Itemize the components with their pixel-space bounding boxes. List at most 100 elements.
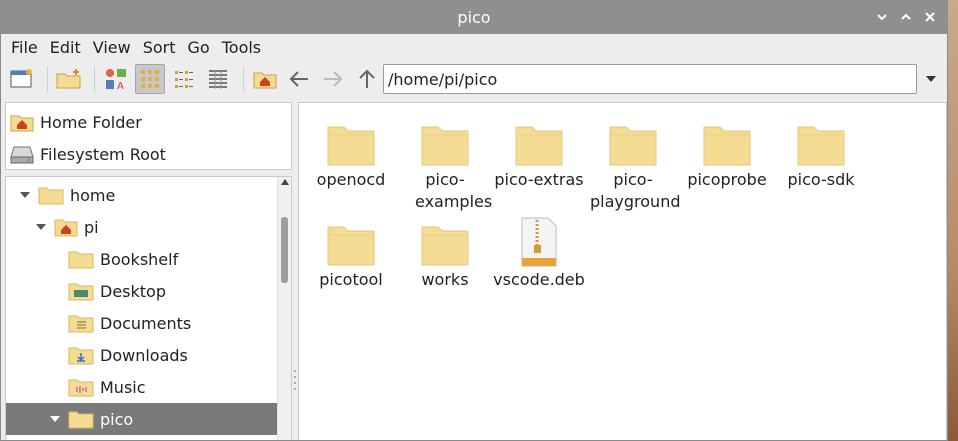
- folder-icon: [796, 111, 846, 167]
- tree-item-pi[interactable]: pi: [6, 211, 278, 243]
- menu-edit[interactable]: Edit: [44, 38, 87, 57]
- tree-label: Desktop: [100, 281, 166, 301]
- folder-icon: [38, 185, 64, 205]
- home-folder-icon: [253, 72, 277, 89]
- tree-label: pico: [100, 409, 134, 429]
- scrollbar-thumb[interactable]: [281, 217, 288, 283]
- grid-view-icon: [141, 70, 159, 88]
- new-folder-icon: [56, 69, 81, 89]
- folder-icon: [326, 111, 376, 167]
- close-icon: [925, 12, 935, 22]
- arrow-right-icon: [324, 71, 343, 87]
- tree-item-documents[interactable]: Documents: [6, 307, 278, 339]
- file-label: pico-examples: [415, 170, 493, 211]
- compact-view-icon: [175, 71, 193, 88]
- file-label: works: [421, 270, 469, 289]
- drive-icon: [10, 144, 34, 164]
- file-item-pico-extras[interactable]: pico-extras: [491, 111, 587, 191]
- tree-label: Downloads: [100, 345, 188, 365]
- expander-open-icon[interactable]: [18, 192, 32, 198]
- up-button[interactable]: [352, 64, 382, 94]
- tree-item-pico[interactable]: pico: [6, 403, 278, 435]
- file-label: vscode.deb: [493, 270, 585, 289]
- tree-scrollbar[interactable]: [277, 177, 291, 440]
- folder-icon: [420, 211, 470, 267]
- path-input[interactable]: /home/pi/pico: [383, 64, 917, 94]
- menu-sort[interactable]: Sort: [137, 38, 182, 57]
- file-item-picotool[interactable]: picotool: [303, 211, 399, 291]
- directory-tree: home pi Bookshelf Desktop Documents Down…: [5, 176, 292, 440]
- back-button[interactable]: [284, 64, 314, 94]
- file-label: picoprobe: [687, 170, 767, 189]
- file-item-picoprobe[interactable]: picoprobe: [679, 111, 775, 191]
- path-dropdown-button[interactable]: [921, 64, 941, 94]
- list-view-icon: [209, 70, 227, 89]
- new-window-button[interactable]: [7, 64, 37, 94]
- toolbar: A /home/pi/pico: [1, 60, 947, 98]
- tree-label: home: [70, 185, 116, 205]
- folder-icon: [608, 111, 658, 167]
- maximize-button[interactable]: [895, 6, 917, 28]
- menu-go[interactable]: Go: [182, 38, 216, 57]
- file-item-openocd[interactable]: openocd: [303, 111, 399, 191]
- archive-icon: [521, 211, 557, 267]
- folder-icon: [326, 211, 376, 267]
- tree-label: pi: [84, 217, 99, 237]
- file-label: pico-sdk: [787, 170, 855, 189]
- icon-view-icon: A: [106, 69, 126, 91]
- tree-item-home[interactable]: home: [6, 179, 278, 211]
- close-button[interactable]: [919, 6, 941, 28]
- file-item-pico-examples[interactable]: pico-examples: [397, 111, 493, 213]
- view-list-button[interactable]: [203, 64, 233, 94]
- file-item-pico-playground[interactable]: pico-playground: [585, 111, 681, 213]
- folder-icon: [68, 409, 94, 429]
- menubar: File Edit View Sort Go Tools: [1, 34, 947, 60]
- tree-item-music[interactable]: Music: [6, 371, 278, 403]
- file-view: openocd pico-examples pico-extras pico-p…: [298, 102, 947, 440]
- tree-item-bookshelf[interactable]: Bookshelf: [6, 243, 278, 275]
- file-label: pico-extras: [494, 170, 584, 189]
- folder-icon: [702, 111, 752, 167]
- menu-file[interactable]: File: [5, 38, 44, 57]
- file-label: openocd: [316, 170, 386, 189]
- desktop-folder-icon: [68, 281, 94, 301]
- tree-item-downloads[interactable]: Downloads: [6, 339, 278, 371]
- folder-icon: [68, 249, 94, 269]
- file-item-works[interactable]: works: [397, 211, 493, 291]
- titlebar[interactable]: pico: [1, 0, 947, 34]
- chevron-up-icon: [901, 13, 911, 20]
- view-thumbnails-button[interactable]: [135, 64, 165, 94]
- new-folder-button[interactable]: [54, 64, 84, 94]
- scroll-up-arrow-icon[interactable]: [278, 179, 291, 189]
- arrow-left-icon: [289, 71, 308, 87]
- new-window-icon: [10, 69, 32, 88]
- place-filesystem-root[interactable]: Filesystem Root: [6, 138, 291, 170]
- music-folder-icon: [68, 377, 94, 397]
- home-button[interactable]: [250, 64, 280, 94]
- file-item-vscode-deb[interactable]: vscode.deb: [491, 211, 587, 291]
- file-manager-window: pico File Edit View Sort Go Tools A /hom…: [0, 0, 948, 441]
- menu-tools[interactable]: Tools: [216, 38, 267, 57]
- view-icons-button[interactable]: A: [101, 64, 131, 94]
- triangle-down-icon: [926, 76, 936, 82]
- view-compact-button[interactable]: [169, 64, 199, 94]
- menu-view[interactable]: View: [87, 38, 137, 57]
- home-folder-icon: [10, 112, 34, 132]
- expander-open-icon[interactable]: [34, 224, 48, 230]
- forward-button[interactable]: [318, 64, 348, 94]
- place-label: Home Folder: [40, 112, 142, 132]
- chevron-down-icon: [877, 14, 887, 21]
- place-home-folder[interactable]: Home Folder: [6, 106, 291, 138]
- file-item-pico-sdk[interactable]: pico-sdk: [773, 111, 869, 191]
- expander-open-icon[interactable]: [48, 416, 62, 422]
- svg-text:A: A: [117, 81, 124, 91]
- file-label: picotool: [319, 270, 383, 289]
- tree-item-desktop[interactable]: Desktop: [6, 275, 278, 307]
- file-label: pico-playground: [590, 170, 681, 211]
- tree-label: Bookshelf: [100, 249, 179, 269]
- minimize-button[interactable]: [871, 6, 893, 28]
- place-label: Filesystem Root: [40, 144, 166, 164]
- window-title: pico: [457, 7, 491, 27]
- arrow-up-icon: [359, 69, 375, 88]
- tree-label: Documents: [100, 313, 192, 333]
